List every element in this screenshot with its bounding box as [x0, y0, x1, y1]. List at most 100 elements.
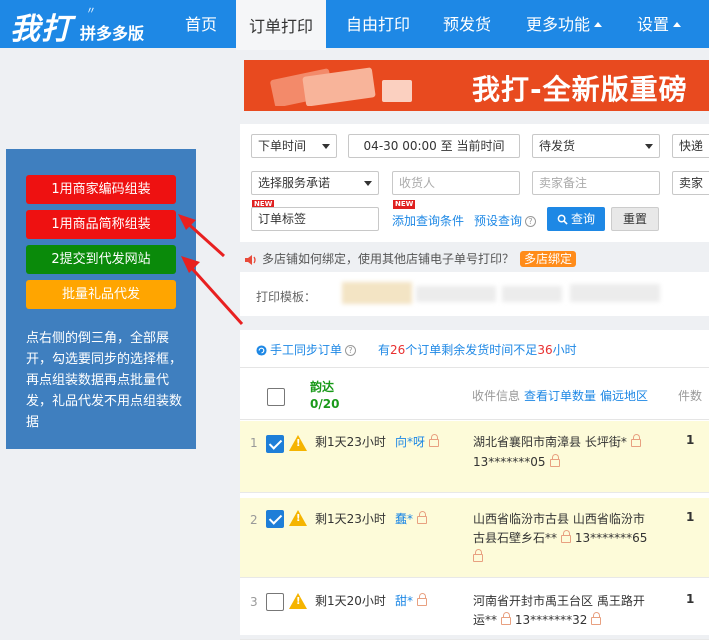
manual-sync-link[interactable]: 手工同步订单? — [256, 341, 357, 358]
lock-icon[interactable] — [591, 611, 602, 625]
batch-gift-dropship-button[interactable]: 批量礼品代发 — [26, 280, 176, 309]
template-option-blurred[interactable] — [342, 282, 412, 304]
row-index: 1 — [250, 436, 258, 450]
express-value: 快递 — [679, 139, 704, 153]
address-text: 湖北省襄阳市南漳县 长坪街* — [473, 435, 627, 449]
select-all-checkbox[interactable] — [267, 388, 285, 406]
help-icon[interactable]: ? — [345, 345, 357, 356]
query-label: 查询 — [570, 212, 595, 226]
lock-icon[interactable] — [501, 611, 512, 625]
status-select[interactable]: 待发货 — [532, 134, 660, 158]
submit-to-dropship-button[interactable]: 2提交到代发网站 — [26, 245, 176, 274]
assemble-by-merchant-code-button[interactable]: 1用商家编码组装 — [26, 175, 176, 204]
service-value: 选择服务承诺 — [258, 176, 331, 190]
warning-icon: ! — [289, 593, 307, 609]
buyer-name[interactable]: 蠢* — [395, 510, 428, 527]
help-icon[interactable]: ? — [525, 216, 537, 227]
banner-title: 我打-全新版重磅 — [472, 73, 688, 106]
nav-order-print[interactable]: 订单打印 — [236, 0, 326, 50]
row-checkbox[interactable] — [266, 510, 284, 528]
nav-pre-ship[interactable]: 预发货 — [430, 0, 504, 48]
chevron-down-icon — [645, 144, 653, 149]
manual-sync-label: 手工同步订单 — [270, 343, 343, 357]
print-template-label: 打印模板： — [256, 290, 317, 304]
instructions-text: 点右侧的倒三角，全部展开，勾选要同步的选择框，再点组装数据再点批量代发，礼品代发… — [26, 331, 183, 430]
buyer-name[interactable]: 向*呀 — [395, 433, 440, 450]
nav-more-features[interactable]: 更多功能 — [514, 0, 614, 48]
lock-line — [473, 548, 483, 564]
lock-icon[interactable] — [561, 529, 572, 543]
order-summary-bar: 手工同步订单? 有26个订单剩余发货时间不足36小时 — [240, 330, 709, 368]
row-checkbox[interactable] — [266, 435, 284, 453]
recipient-input[interactable]: 收货人 — [392, 171, 520, 195]
seller-note-input[interactable]: 卖家备注 — [532, 171, 660, 195]
urgent-middle: 个订单剩余发货时间不足 — [405, 343, 538, 357]
status-value: 待发货 — [539, 139, 576, 153]
table-row[interactable]: 2 ! 剩1天23小时 蠢* 山西省临汾市古县 山西省临汾市 古县石壁乡石** … — [240, 498, 709, 578]
top-navbar: 我打 〃 拼多多版 首页 订单打印 自由打印 预发货 更多功能 设置 — [0, 0, 709, 50]
service-select[interactable]: 选择服务承诺 — [251, 171, 379, 195]
express-select[interactable]: 快递 — [672, 134, 709, 158]
row-index: 2 — [250, 513, 258, 527]
buyer-note-input[interactable]: 卖家 — [672, 171, 709, 195]
assemble-by-short-name-button[interactable]: 1用商品简称组装 — [26, 210, 176, 239]
reset-button[interactable]: 重置 — [611, 207, 659, 231]
order-tag-input[interactable]: 订单标签 — [251, 207, 379, 231]
buyer-name-text: 蠢* — [395, 512, 414, 526]
urgent-order-text[interactable]: 有26个订单剩余发货时间不足36小时 — [378, 341, 577, 358]
template-option-blurred[interactable] — [570, 284, 660, 302]
preset-query-label: 预设查询 — [474, 214, 523, 228]
buyer-name[interactable]: 甜* — [395, 592, 428, 609]
table-row[interactable]: 3 ! 剩1天20小时 甜* 河南省开封市禹王台区 禹王路开 运** 13***… — [240, 580, 709, 640]
time-type-select[interactable]: 下单时间 — [251, 134, 337, 158]
template-option-blurred[interactable] — [416, 286, 496, 302]
recipient-info-header: 收件信息 — [472, 389, 521, 403]
table-row[interactable]: 1 ! 剩1天23小时 向*呀 湖北省襄阳市南漳县 长坪街* 13*******… — [240, 421, 709, 493]
row-index: 3 — [250, 595, 258, 609]
lock-icon[interactable] — [473, 548, 483, 562]
template-option-blurred[interactable] — [502, 286, 562, 302]
multi-shop-bind-tag[interactable]: 多店绑定 — [520, 251, 577, 267]
remote-area-link[interactable]: 偏远地区 — [600, 387, 648, 404]
logo-subtitle: 拼多多版 — [80, 24, 145, 43]
lock-icon[interactable] — [417, 510, 428, 524]
buyer-name-text: 向*呀 — [395, 435, 426, 449]
nav-settings[interactable]: 设置 — [624, 0, 694, 48]
table-header: 韵达 0/20 收件信息 查看订单数量 偏远地区 件数 — [240, 368, 709, 420]
warning-icon: ! — [289, 435, 307, 451]
buyer-name-text: 甜* — [395, 594, 414, 608]
express-count: 0/20 — [310, 397, 340, 411]
app-logo[interactable]: 我打 〃 拼多多版 — [10, 4, 144, 48]
lock-icon[interactable] — [630, 433, 641, 447]
remaining-time: 剩1天23小时 — [315, 512, 386, 526]
quantity-header: 件数 — [678, 389, 703, 403]
query-button[interactable]: 查询 — [547, 207, 605, 231]
address-line: 古县石壁乡石** 13*******65 — [473, 529, 647, 546]
express-name[interactable]: 韵达 — [310, 378, 334, 395]
address-text: 古县石壁乡石** — [473, 531, 558, 545]
view-order-count-link[interactable]: 查看订单数量 — [524, 387, 596, 404]
preset-query-link[interactable]: 预设查询? — [474, 212, 537, 229]
warning-icon: ! — [289, 510, 307, 526]
lock-icon[interactable] — [549, 453, 560, 467]
nav-free-print[interactable]: 自由打印 — [334, 0, 422, 48]
phone-text: 13*******32 — [514, 613, 588, 627]
phone-text: 13*******65 — [574, 531, 648, 545]
lock-icon[interactable] — [429, 433, 440, 447]
remaining-time: 剩1天23小时 — [315, 435, 386, 449]
print-template-bar: 打印模板： — [240, 272, 709, 316]
row-checkbox[interactable] — [266, 593, 284, 611]
urgent-suffix: 小时 — [552, 343, 577, 357]
assembly-panel: 1用商家编码组装 1用商品简称组装 2提交到代发网站 批量礼品代发 点右侧的倒三… — [6, 149, 196, 449]
chevron-down-icon — [322, 144, 330, 149]
nav-home[interactable]: 首页 — [172, 0, 230, 48]
promo-banner[interactable]: 我打-全新版重磅 — [244, 60, 709, 111]
address-line: 运** 13*******32 — [473, 611, 602, 628]
chevron-down-icon — [364, 181, 372, 186]
phone-text: 13*******05 — [473, 455, 546, 469]
notice-text[interactable]: 多店铺如何绑定，使用其他店铺电子单号打印？ — [262, 252, 514, 266]
lock-icon[interactable] — [417, 592, 428, 606]
address-line: 山西省临汾市古县 山西省临汾市 — [473, 512, 645, 526]
add-condition-link[interactable]: 添加查询条件 — [392, 212, 464, 229]
date-range-input[interactable]: 04-30 00:00 至 当前时间 — [348, 134, 520, 158]
